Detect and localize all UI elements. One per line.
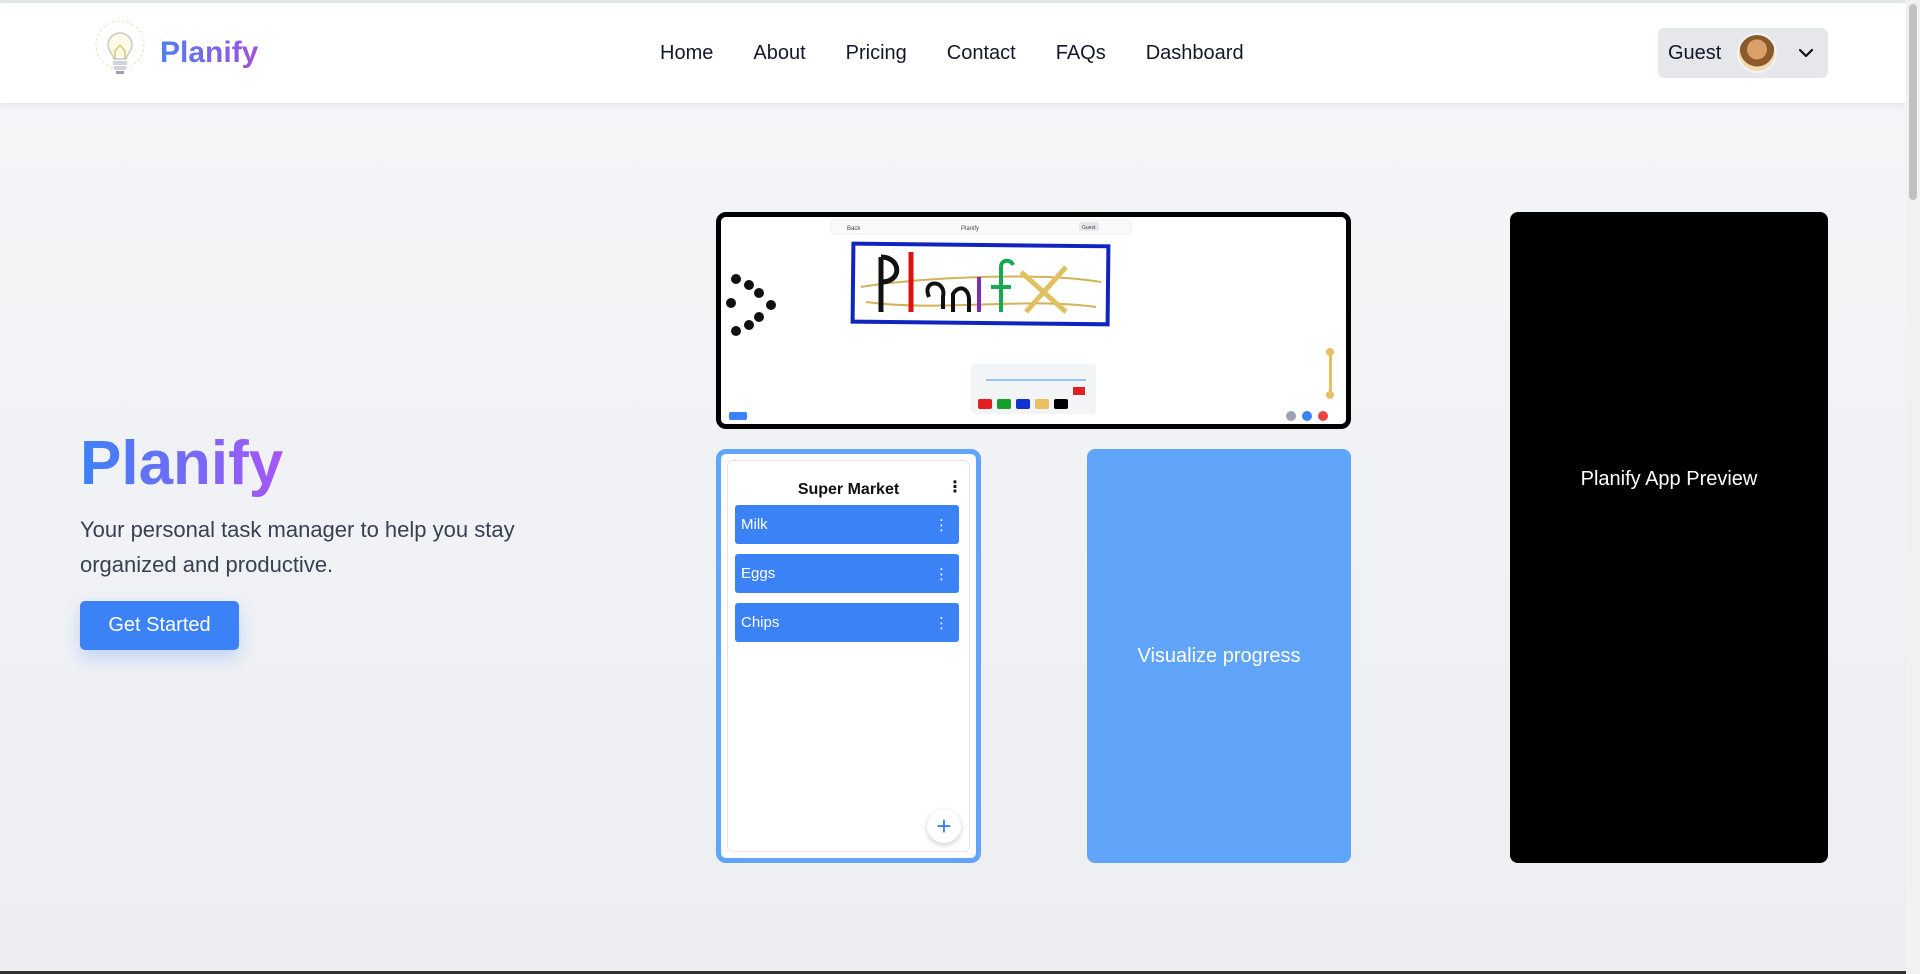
nav-pricing[interactable]: Pricing: [846, 42, 907, 65]
nav-dashboard[interactable]: Dashboard: [1146, 42, 1244, 65]
avatar: [1737, 33, 1778, 73]
list-item-label: Chips: [741, 614, 780, 631]
list-panel: Super Market ⋮ Milk ⋮ Eggs ⋮ Chips ⋮ +: [727, 460, 970, 852]
list-title: Super Market: [797, 481, 900, 498]
main-nav: Home About Pricing Contact FAQs Dashboar…: [660, 42, 1284, 65]
nav-faqs[interactable]: FAQs: [1056, 42, 1106, 65]
nav-home[interactable]: Home: [660, 42, 713, 65]
list-item-label: Eggs: [741, 565, 776, 582]
app-preview-card: Planify App Preview: [1510, 212, 1828, 863]
chevron-down-icon: [1799, 48, 1814, 58]
user-name: Guest: [1668, 41, 1722, 64]
hero-title: Planify: [80, 429, 284, 498]
more-vertical-icon[interactable]: ⋮: [934, 614, 949, 632]
user-menu-button[interactable]: Guest: [1658, 28, 1828, 78]
more-vertical-icon[interactable]: ⋮: [934, 516, 949, 534]
progress-card-label: Visualize progress: [1137, 644, 1301, 667]
navbar: Planify Home About Pricing Contact FAQs …: [0, 3, 1906, 103]
hero-subtitle: Your personal task manager to help you s…: [80, 517, 515, 577]
more-vertical-icon[interactable]: ⋮: [934, 565, 949, 583]
add-item-button[interactable]: +: [927, 809, 961, 843]
shopping-list-card: Super Market ⋮ Milk ⋮ Eggs ⋮ Chips ⋮ +: [716, 449, 981, 863]
list-item[interactable]: Eggs ⋮: [735, 554, 959, 593]
visualize-progress-card: Visualize progress: [1087, 449, 1351, 863]
nav-about[interactable]: About: [753, 42, 805, 65]
scrollbar-thumb[interactable]: [1909, 4, 1917, 200]
nav-contact[interactable]: Contact: [947, 42, 1016, 65]
preview-card-label: Planify App Preview: [1580, 468, 1758, 490]
screenshot-back-label: Back: [847, 226, 861, 232]
list-items: Milk ⋮ Eggs ⋮ Chips ⋮: [735, 505, 959, 652]
screenshot-title: Planify: [961, 226, 979, 232]
lightbulb-logo-icon: [95, 20, 145, 74]
list-item-label: Milk: [741, 516, 768, 533]
get-started-button[interactable]: Get Started: [80, 601, 239, 650]
whiteboard-image: Back Planify Guest: [721, 217, 1346, 424]
list-menu-icon[interactable]: ⋮: [947, 477, 963, 497]
brand[interactable]: Planify: [94, 19, 258, 87]
list-item[interactable]: Milk ⋮: [735, 505, 959, 544]
brand-name: Planify: [160, 36, 259, 69]
list-item[interactable]: Chips ⋮: [735, 603, 959, 642]
screenshot-user-label: Guest: [1082, 225, 1096, 231]
whiteboard-screenshot: Back Planify Guest: [716, 212, 1351, 429]
